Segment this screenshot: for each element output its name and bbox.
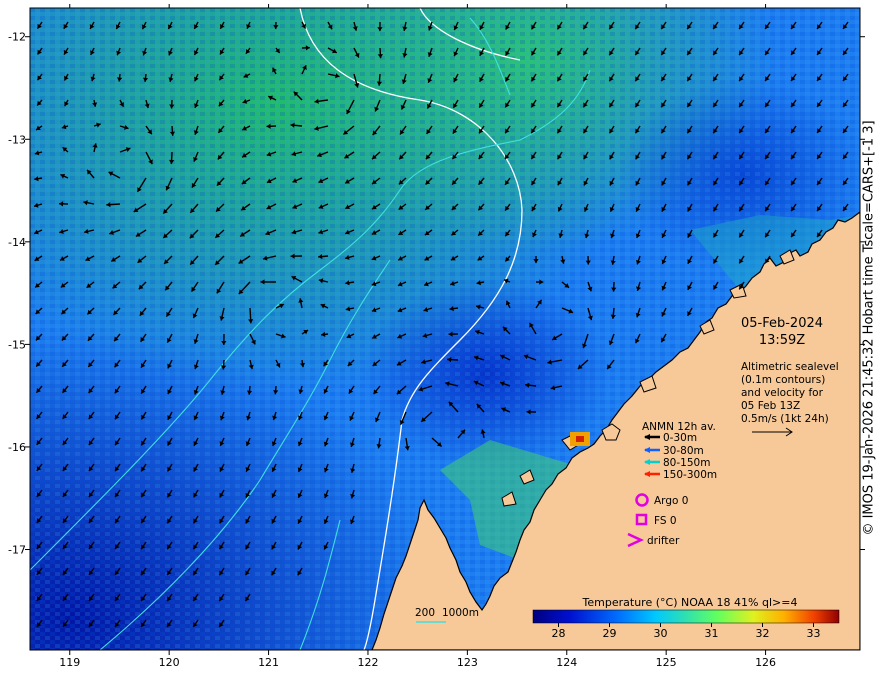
x-tick-label: 122 — [357, 656, 378, 669]
altimetry-line: and velocity for — [741, 387, 824, 399]
altimetry-line: (0.1m contours) — [741, 374, 825, 386]
argo-label: Argo 0 — [654, 495, 688, 507]
x-tick-label: 120 — [159, 656, 180, 669]
y-tick-label: -16 — [8, 441, 26, 454]
hot-spot — [570, 432, 590, 446]
y-tick-label: -17 — [8, 543, 26, 556]
y-tick-label: -15 — [8, 338, 26, 351]
depth-a: 200 — [415, 607, 435, 619]
drifter-label: drifter — [647, 535, 680, 547]
map-date: 05-Feb-2024 — [741, 316, 823, 331]
anmn-item: 30-80m — [663, 445, 704, 457]
altimetry-line: Altimetric sealevel — [741, 361, 839, 373]
colorbar-tick-label: 29 — [603, 627, 617, 640]
anmn-item: 80-150m — [663, 457, 710, 469]
sst-field — [30, 8, 860, 650]
y-tick-label: -13 — [8, 133, 26, 146]
anmn-item: 150-300m — [663, 469, 717, 481]
altimetry-line: 0.5m/s (1kt 24h) — [741, 413, 829, 425]
x-tick-label: 123 — [457, 656, 478, 669]
colorbar-tick-label: 32 — [756, 627, 770, 640]
colorbar-tick-label: 31 — [705, 627, 719, 640]
depth-b: 1000m — [442, 607, 479, 619]
map-canvas: 119 120 121 122 123 124 125 126 -12 -13 -14 -15 -16… — [0, 0, 880, 680]
fs-label: FS 0 — [654, 515, 677, 527]
x-tick-label: 126 — [755, 656, 776, 669]
anmn-item: 0-30m — [663, 432, 697, 444]
x-tick-label: 119 — [59, 656, 80, 669]
colorbar-title: Temperature (°C) NOAA 18 41% ql>=4 — [582, 596, 798, 609]
credit-text: © IMOS 19-Jan-2026 21:45:32 Hobart time … — [862, 120, 877, 535]
map-time: 13:59Z — [759, 333, 805, 348]
y-tick-label: -12 — [8, 31, 26, 44]
sst-map-figure: 119 120 121 122 123 124 125 126 -12 -13 -14 -15 -16… — [0, 0, 880, 680]
x-tick-label: 124 — [556, 656, 577, 669]
altimetry-line: 05 Feb 13Z — [741, 400, 800, 412]
colorbar-gradient — [533, 610, 839, 623]
y-tick-label: -14 — [8, 236, 26, 249]
x-tick-label: 121 — [258, 656, 279, 669]
colorbar-tick-label: 33 — [807, 627, 821, 640]
colorbar-tick-label: 30 — [654, 627, 668, 640]
colorbar-tick-label: 28 — [552, 627, 566, 640]
x-tick-label: 125 — [656, 656, 677, 669]
credit-strip: © IMOS 19-Jan-2026 21:45:32 Hobart time … — [858, 8, 880, 648]
